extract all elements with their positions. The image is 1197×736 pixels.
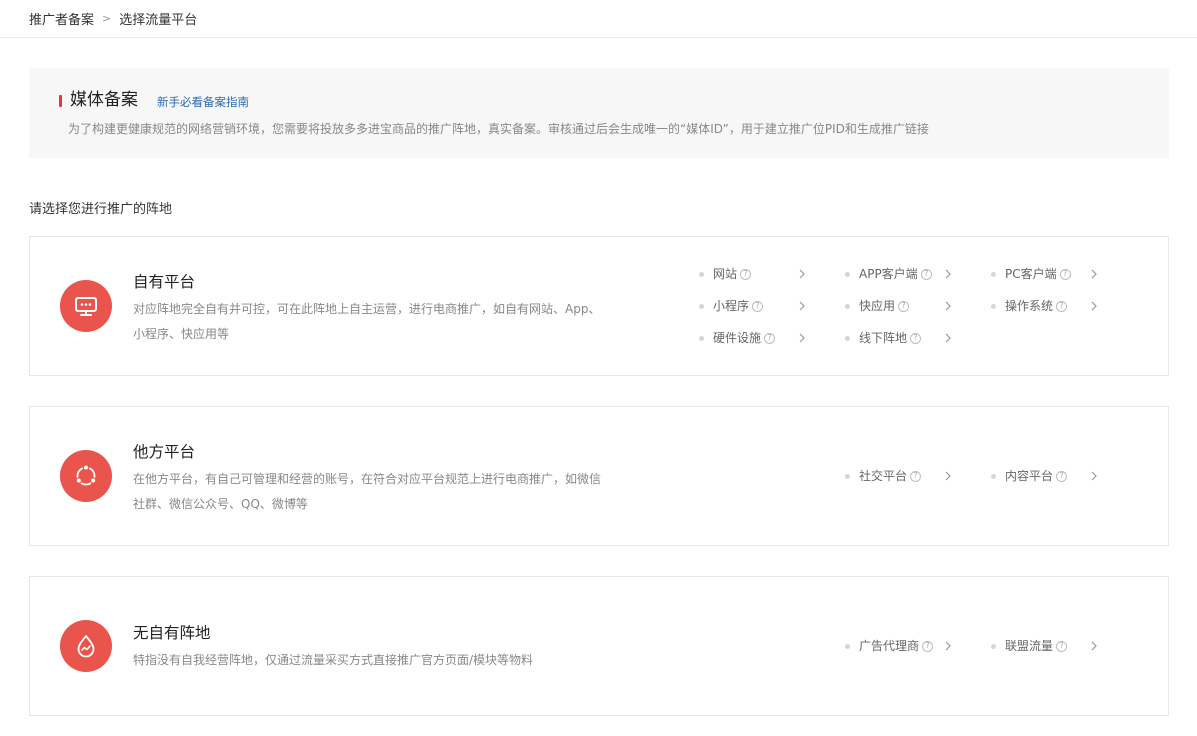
- help-icon[interactable]: ?: [740, 268, 752, 280]
- option-ad-agency[interactable]: 广告代理商 ?: [845, 638, 934, 654]
- option-label: 操作系统: [1005, 299, 1054, 313]
- bullet-dot: [699, 271, 704, 277]
- option-label: 网站: [713, 267, 738, 281]
- option-pc-client[interactable]: PC客户端 ?: [991, 266, 1071, 282]
- chevron-right-icon[interactable]: [1089, 266, 1099, 282]
- chevron-right-icon[interactable]: [1089, 638, 1099, 654]
- bullet-dot: [845, 473, 850, 479]
- option-label: 社交平台: [859, 469, 908, 483]
- help-icon[interactable]: ?: [1059, 268, 1071, 280]
- bullet-dot: [845, 335, 850, 341]
- chevron-right-icon[interactable]: [943, 266, 953, 282]
- card-description-line: 小程序、快应用等: [133, 327, 230, 341]
- bullet-dot: [991, 303, 996, 309]
- help-icon[interactable]: ?: [752, 300, 764, 312]
- help-icon[interactable]: ?: [922, 640, 934, 652]
- option-label: 硬件设施: [713, 331, 762, 345]
- option-hardware[interactable]: 硬件设施 ?: [699, 330, 776, 346]
- chevron-right-icon[interactable]: [943, 298, 953, 314]
- breadcrumb-current: 选择流量平台: [119, 13, 198, 28]
- option-social-platform[interactable]: 社交平台 ?: [845, 468, 922, 484]
- option-label: 联盟流量: [1005, 639, 1054, 653]
- bullet-dot: [845, 271, 850, 277]
- card-description: 对应阵地完全自有并可控，可在此阵地上自主运营，进行电商推广，如自有网站、App、…: [133, 297, 613, 347]
- help-icon[interactable]: ?: [1056, 640, 1068, 652]
- option-label: 小程序: [713, 299, 750, 313]
- chevron-right-icon[interactable]: [943, 468, 953, 484]
- bullet-dot: [699, 303, 704, 309]
- option-label: 广告代理商: [859, 639, 920, 653]
- bullet-dot: [845, 643, 850, 649]
- chevron-right-icon[interactable]: [943, 330, 953, 346]
- card-description-line: 对应阵地完全自有并可控，可在此阵地上自主运营，进行电商推广，如自有网站、App、: [133, 302, 601, 316]
- help-icon[interactable]: ?: [898, 300, 910, 312]
- drop-trend-icon: [60, 620, 112, 672]
- card-title: 自有平台: [133, 273, 196, 291]
- help-icon[interactable]: ?: [764, 332, 776, 344]
- card-description: 在他方平台，有自己可管理和经营的账号，在符合对应平台规范上进行电商推广，如微信 …: [133, 467, 613, 517]
- help-icon[interactable]: ?: [920, 268, 932, 280]
- option-label: 快应用: [859, 299, 896, 313]
- chevron-right-icon[interactable]: [797, 266, 807, 282]
- card-description-line: 社群、微信公众号、QQ、微博等: [133, 497, 308, 511]
- page-title: 媒体备案: [70, 90, 138, 110]
- option-alliance-traffic[interactable]: 联盟流量 ?: [991, 638, 1068, 654]
- card-description-line: 特指没有自我经营阵地，仅通过流量采买方式直接推广官方页面/模块等物料: [133, 653, 534, 667]
- option-label: APP客户端: [859, 267, 918, 281]
- chevron-right-icon[interactable]: [1089, 298, 1099, 314]
- bullet-dot: [699, 335, 704, 341]
- option-app-client[interactable]: APP客户端 ?: [845, 266, 932, 282]
- help-icon[interactable]: ?: [1056, 300, 1068, 312]
- network-icon: [60, 450, 112, 502]
- card-title: 无自有阵地: [133, 624, 211, 642]
- chevron-right-icon[interactable]: [943, 638, 953, 654]
- guide-link[interactable]: 新手必看备案指南: [157, 95, 249, 109]
- help-icon[interactable]: ?: [910, 470, 922, 482]
- monitor-icon: [60, 280, 112, 332]
- help-icon[interactable]: ?: [910, 332, 922, 344]
- card-title: 他方平台: [133, 443, 196, 461]
- option-offline[interactable]: 线下阵地 ?: [845, 330, 922, 346]
- chevron-right-icon: >: [102, 12, 112, 25]
- chevron-right-icon[interactable]: [797, 298, 807, 314]
- chevron-right-icon[interactable]: [797, 330, 807, 346]
- option-operating-system[interactable]: 操作系统 ?: [991, 298, 1068, 314]
- option-quick-app[interactable]: 快应用 ?: [845, 298, 910, 314]
- bullet-dot: [991, 643, 996, 649]
- card-own-platform: 自有平台 对应阵地完全自有并可控，可在此阵地上自主运营，进行电商推广，如自有网站…: [29, 236, 1169, 376]
- card-description: 特指没有自我经营阵地，仅通过流量采买方式直接推广官方页面/模块等物料: [133, 648, 613, 673]
- chevron-right-icon[interactable]: [1089, 468, 1099, 484]
- option-label: 线下阵地: [859, 331, 908, 345]
- section-label: 请选择您进行推广的阵地: [29, 202, 173, 217]
- option-label: 内容平台: [1005, 469, 1054, 483]
- bullet-dot: [991, 271, 996, 277]
- card-third-party-platform: 他方平台 在他方平台，有自己可管理和经营的账号，在符合对应平台规范上进行电商推广…: [29, 406, 1169, 546]
- bullet-dot: [991, 473, 996, 479]
- bullet-dot: [845, 303, 850, 309]
- help-icon[interactable]: ?: [1056, 470, 1068, 482]
- intro-panel: 媒体备案 新手必看备案指南 为了构建更健康规范的网络营销环境，您需要将投放多多进…: [29, 68, 1169, 158]
- intro-description: 为了构建更健康规范的网络营销环境，您需要将投放多多进宝商品的推广阵地，真实备案。…: [68, 122, 929, 136]
- option-mini-program[interactable]: 小程序 ?: [699, 298, 764, 314]
- option-label: PC客户端: [1005, 267, 1057, 281]
- card-description-line: 在他方平台，有自己可管理和经营的账号，在符合对应平台规范上进行电商推广，如微信: [133, 472, 602, 486]
- option-website[interactable]: 网站 ?: [699, 266, 752, 282]
- breadcrumb: 推广者备案 > 选择流量平台: [29, 0, 197, 37]
- option-content-platform[interactable]: 内容平台 ?: [991, 468, 1068, 484]
- card-no-own-channel: 无自有阵地 特指没有自我经营阵地，仅通过流量采买方式直接推广官方页面/模块等物料…: [29, 576, 1169, 716]
- header-divider: [0, 37, 1197, 38]
- title-accent-bar: [59, 95, 62, 107]
- breadcrumb-parent-link[interactable]: 推广者备案: [29, 9, 94, 28]
